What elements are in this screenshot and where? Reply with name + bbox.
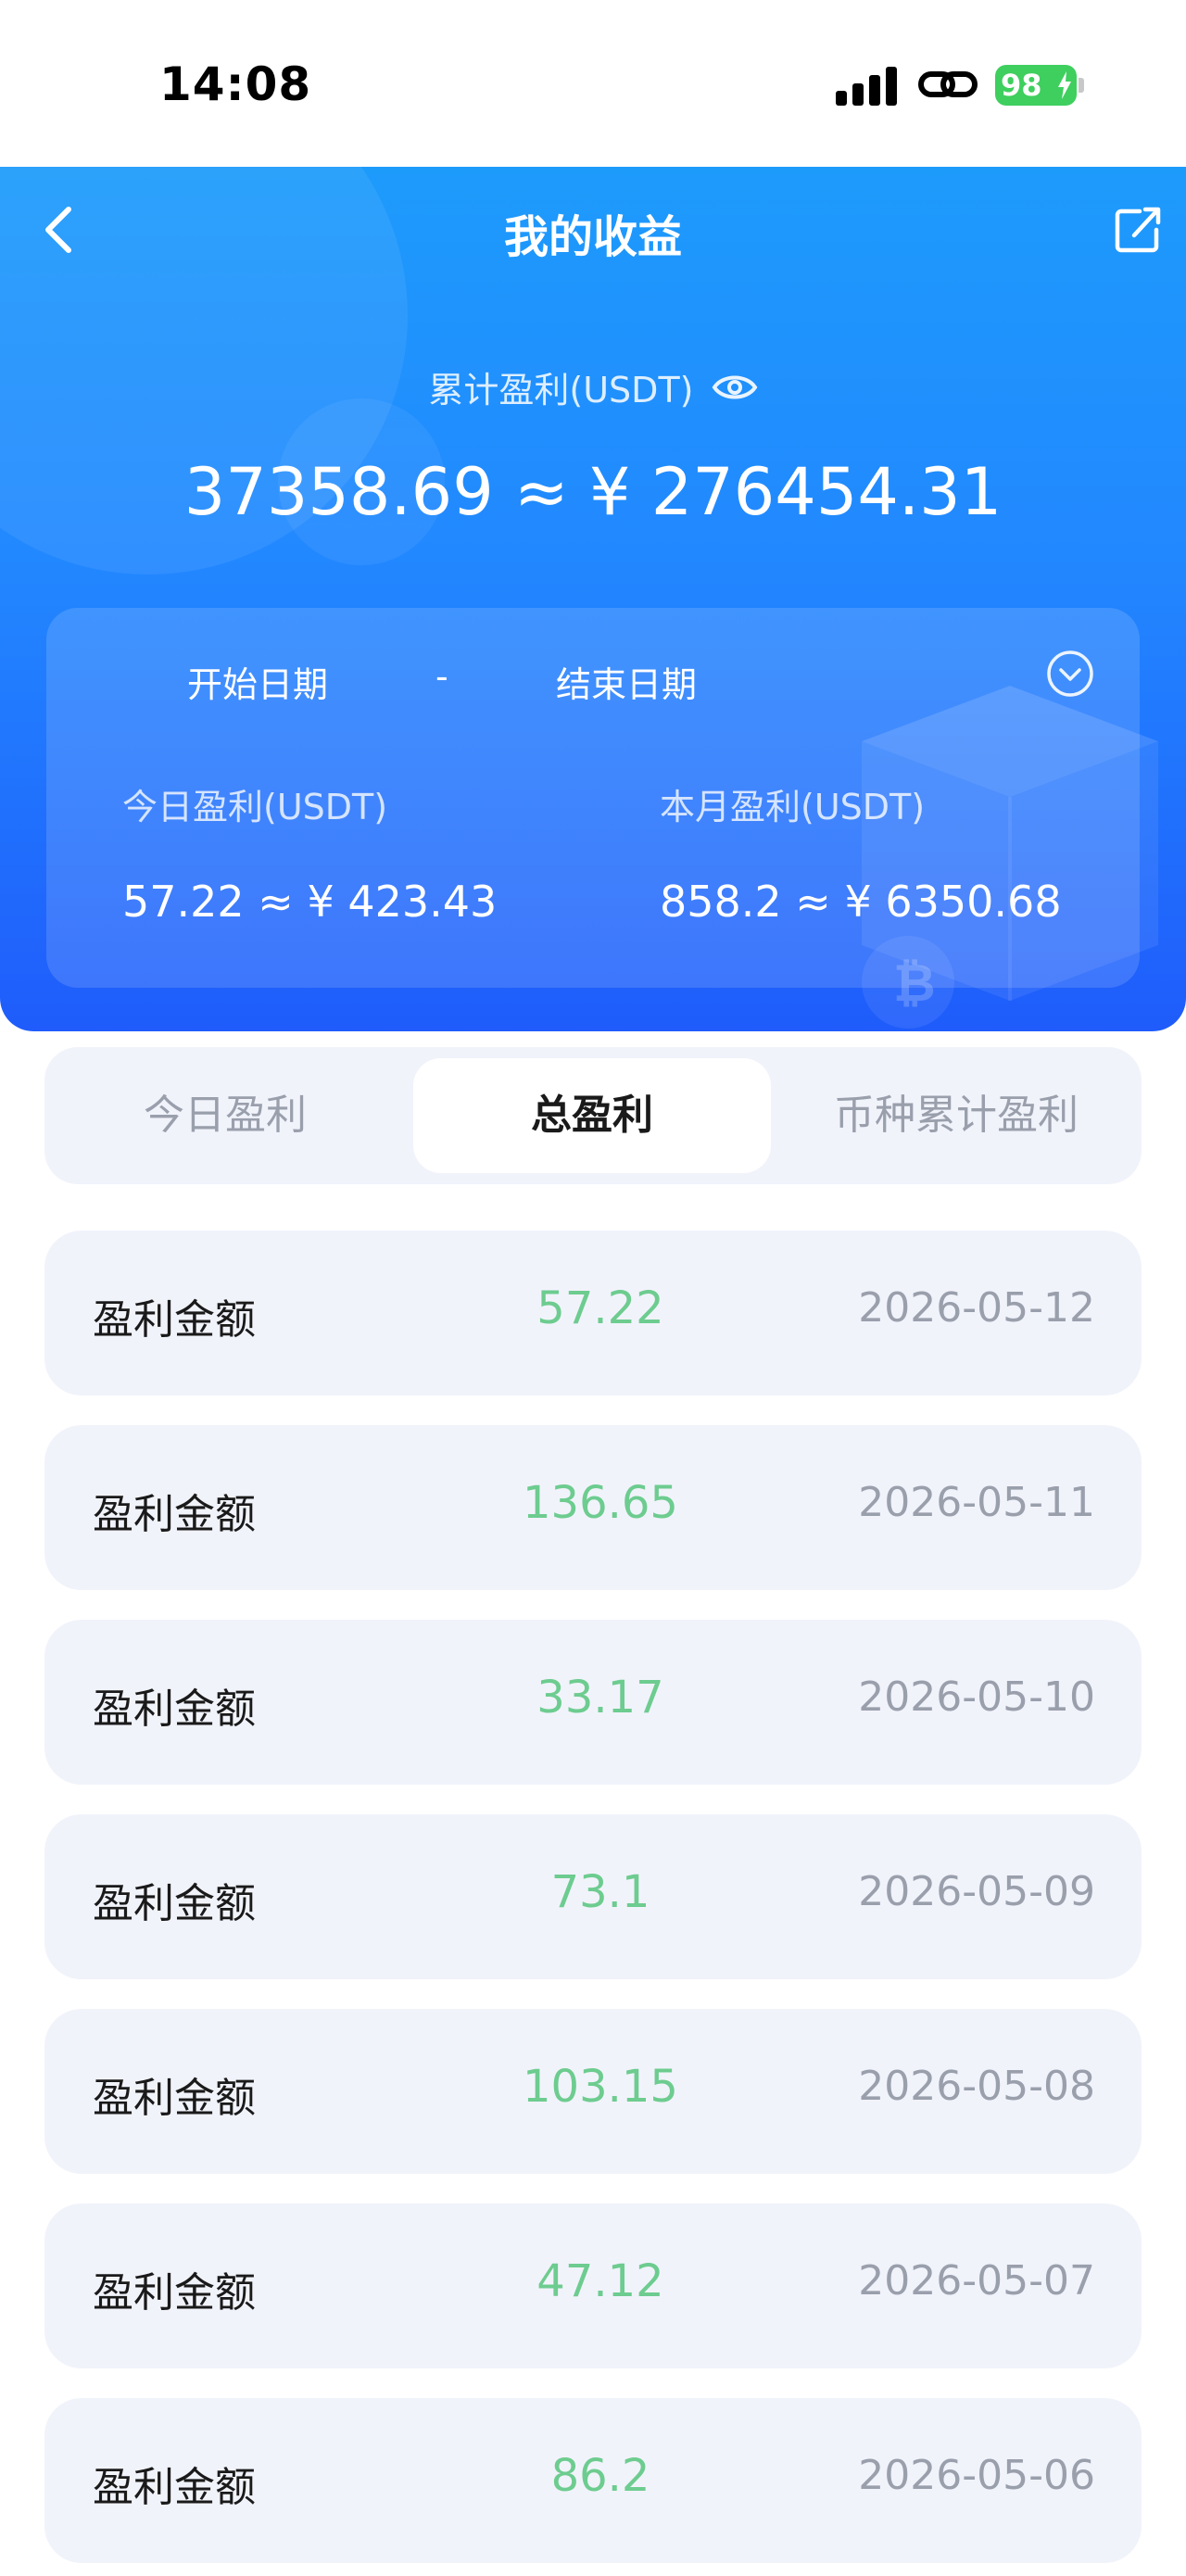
link-icon — [918, 71, 978, 97]
chevron-down-circle-icon[interactable] — [1045, 649, 1095, 699]
record-amount: 103.15 — [523, 2061, 678, 2113]
total-profit-value: 37358.69 ≈ ¥ 276454.31 — [183, 454, 1003, 530]
record-amount: 57.22 — [536, 1282, 664, 1334]
record-amount: 73.1 — [550, 1866, 650, 1918]
record-amount: 33.17 — [536, 1672, 664, 1724]
list-item[interactable]: 盈利金额 136.65 2026-05-11 — [44, 1425, 1142, 1590]
profit-tabs: 今日盈利 总盈利 币种累计盈利 — [44, 1047, 1142, 1184]
record-amount: 136.65 — [523, 1477, 678, 1529]
earnings-header: ₿ 我的收益 累计盈利(USDT) 37358.69 ≈ ¥ 276454.31… — [0, 167, 1186, 1031]
status-time: 14:08 — [159, 57, 312, 111]
total-profit-label-row: 累计盈利(USDT) — [0, 361, 1186, 412]
date-separator: - — [435, 656, 448, 697]
record-label: 盈利金额 — [93, 1491, 256, 1538]
total-profit-label: 累计盈利(USDT) — [428, 370, 694, 410]
charging-bolt-icon — [1058, 71, 1071, 99]
battery-icon: 98 — [995, 65, 1077, 106]
record-date: 2026-05-09 — [858, 1868, 1095, 1915]
month-profit-value: 858.2 ≈ ¥ 6350.68 — [660, 877, 1062, 927]
today-profit-value: 57.22 ≈ ¥ 423.43 — [122, 877, 498, 927]
month-profit-label: 本月盈利(USDT) — [660, 787, 926, 827]
record-amount: 86.2 — [550, 2450, 650, 2502]
signal-icon — [836, 65, 897, 106]
list-item[interactable]: 盈利金额 33.17 2026-05-10 — [44, 1620, 1142, 1785]
record-date: 2026-05-10 — [858, 1673, 1095, 1721]
start-date-picker[interactable]: 开始日期 — [187, 656, 328, 707]
record-date: 2026-05-07 — [858, 2257, 1095, 2305]
record-label: 盈利金额 — [93, 2269, 256, 2317]
tab-coin-cumulative-profit[interactable]: 币种累计盈利 — [771, 1058, 1142, 1173]
record-label: 盈利金额 — [93, 1296, 256, 1344]
record-date: 2026-05-06 — [858, 2452, 1095, 2499]
tab-today-profit[interactable]: 今日盈利 — [44, 1058, 406, 1173]
record-label: 盈利金额 — [93, 2464, 256, 2511]
profit-stats-card: 开始日期 - 结束日期 今日盈利(USDT) 本月盈利(USDT) 57.22 … — [46, 608, 1140, 988]
today-profit-label: 今日盈利(USDT) — [122, 787, 388, 827]
page-title: 我的收益 — [503, 211, 682, 263]
tab-total-profit[interactable]: 总盈利 — [413, 1058, 771, 1173]
record-date: 2026-05-08 — [858, 2063, 1095, 2110]
end-date-picker[interactable]: 结束日期 — [556, 656, 697, 707]
list-item[interactable]: 盈利金额 103.15 2026-05-08 — [44, 2009, 1142, 2174]
list-item[interactable]: 盈利金额 47.12 2026-05-07 — [44, 2203, 1142, 2368]
battery-level: 98 — [1001, 68, 1042, 103]
record-label: 盈利金额 — [93, 1686, 256, 1733]
status-bar: 14:08 98 — [0, 0, 1186, 167]
record-date: 2026-05-12 — [858, 1284, 1095, 1332]
list-item[interactable]: 盈利金额 73.1 2026-05-09 — [44, 1814, 1142, 1979]
list-item[interactable]: 盈利金额 57.22 2026-05-12 — [44, 1231, 1142, 1395]
list-item[interactable]: 盈利金额 86.2 2026-05-06 — [44, 2398, 1142, 2563]
record-date: 2026-05-11 — [858, 1479, 1095, 1526]
share-icon[interactable] — [1112, 204, 1164, 256]
record-label: 盈利金额 — [93, 1880, 256, 1927]
battery-tip — [1079, 78, 1084, 93]
record-label: 盈利金额 — [93, 2075, 256, 2122]
record-amount: 47.12 — [536, 2255, 664, 2307]
eye-icon[interactable] — [712, 372, 758, 403]
